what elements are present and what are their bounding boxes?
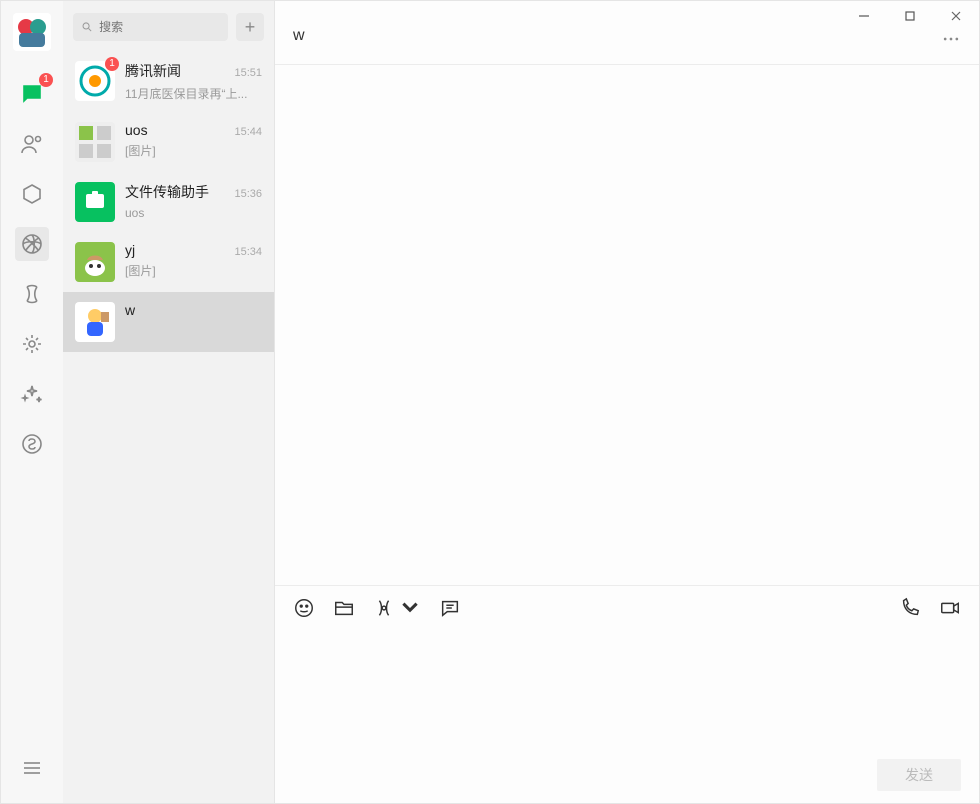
nav-channels[interactable] bbox=[15, 277, 49, 311]
message-input[interactable] bbox=[293, 637, 961, 717]
send-row: 发送 bbox=[275, 759, 979, 803]
conv-name: 腾讯新闻 bbox=[125, 61, 181, 81]
video-call-icon[interactable] bbox=[939, 597, 961, 619]
add-button[interactable]: + bbox=[236, 13, 264, 41]
screenshot-icon[interactable] bbox=[373, 597, 421, 619]
nav-menu[interactable] bbox=[15, 751, 49, 785]
window-close[interactable] bbox=[933, 1, 979, 31]
nav-chat-badge: 1 bbox=[39, 73, 53, 87]
conv-preview: [图片] bbox=[125, 262, 262, 279]
conv-time: 15:34 bbox=[234, 246, 262, 258]
window-controls bbox=[841, 1, 979, 31]
chat-more-button[interactable] bbox=[941, 29, 961, 54]
conversation-item-1[interactable]: uos 15:44 [图片] bbox=[63, 112, 274, 172]
conv-avatar bbox=[75, 302, 115, 342]
conversation-item-2[interactable]: 文件传输助手 15:36 uos bbox=[63, 172, 274, 232]
nav-chat[interactable]: 1 bbox=[15, 77, 49, 111]
conv-preview: uos bbox=[125, 206, 262, 220]
message-list bbox=[275, 65, 979, 585]
conv-time: 15:36 bbox=[234, 188, 262, 200]
conversation-list: 1 腾讯新闻 15:51 11月底医保目录再“上... uos 15:44 bbox=[63, 51, 274, 803]
conversation-item-3[interactable]: yj 15:34 [图片] bbox=[63, 232, 274, 292]
chat-history-icon[interactable] bbox=[439, 597, 461, 619]
nav-miniprograms[interactable] bbox=[15, 427, 49, 461]
user-avatar[interactable] bbox=[13, 13, 51, 51]
app-root: 1 + bbox=[0, 0, 980, 804]
chat-title: w bbox=[293, 27, 305, 45]
nav-discover[interactable] bbox=[15, 327, 49, 361]
conversation-item-0[interactable]: 1 腾讯新闻 15:51 11月底医保目录再“上... bbox=[63, 51, 274, 112]
conv-time: 15:51 bbox=[234, 67, 262, 79]
conv-preview: 11月底医保目录再“上... bbox=[125, 85, 262, 102]
conv-name: yj bbox=[125, 242, 135, 258]
conv-avatar bbox=[75, 122, 115, 162]
emoji-icon[interactable] bbox=[293, 597, 315, 619]
nav-sidebar: 1 bbox=[1, 1, 63, 803]
search-box[interactable] bbox=[73, 13, 228, 41]
conv-name: w bbox=[125, 302, 135, 318]
conv-avatar bbox=[75, 182, 115, 222]
conv-avatar bbox=[75, 242, 115, 282]
conv-preview: [图片] bbox=[125, 142, 262, 159]
nav-sparkle[interactable] bbox=[15, 377, 49, 411]
chat-titlebar: w bbox=[275, 1, 979, 65]
conv-name: 文件传输助手 bbox=[125, 182, 209, 202]
plus-icon: + bbox=[245, 17, 256, 38]
conversation-item-4[interactable]: w bbox=[63, 292, 274, 352]
nav-moments[interactable] bbox=[15, 227, 49, 261]
chevron-down-icon bbox=[399, 597, 421, 619]
window-maximize[interactable] bbox=[887, 1, 933, 31]
window-minimize[interactable] bbox=[841, 1, 887, 31]
voice-call-icon[interactable] bbox=[899, 597, 921, 619]
conv-name: uos bbox=[125, 122, 148, 138]
conversation-panel: + 1 腾讯新闻 15:51 11月底医保目录再“上... bbox=[63, 1, 275, 803]
nav-contacts[interactable] bbox=[15, 127, 49, 161]
search-icon bbox=[81, 20, 93, 34]
conv-badge: 1 bbox=[105, 57, 119, 71]
conv-time: 15:44 bbox=[234, 126, 262, 138]
search-row: + bbox=[63, 1, 274, 51]
file-icon[interactable] bbox=[333, 597, 355, 619]
message-input-area bbox=[275, 629, 979, 759]
nav-favorites[interactable] bbox=[15, 177, 49, 211]
send-button[interactable]: 发送 bbox=[877, 759, 961, 791]
search-input[interactable] bbox=[99, 20, 220, 34]
input-toolbar bbox=[275, 585, 979, 629]
chat-area: w 发送 bbox=[275, 1, 979, 803]
